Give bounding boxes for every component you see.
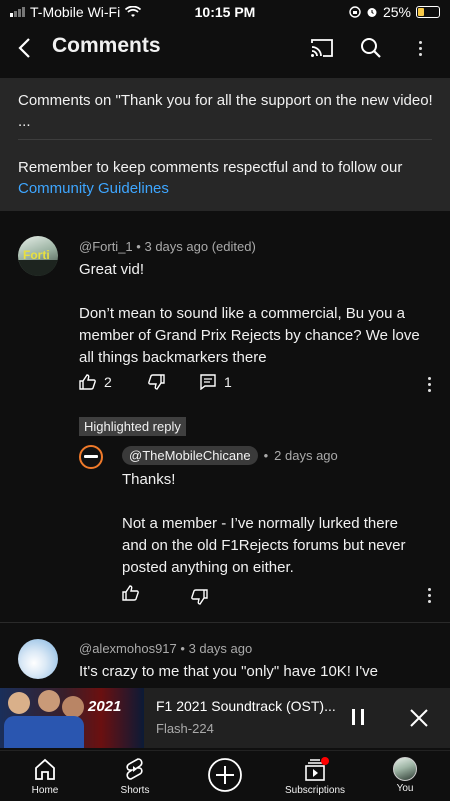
reply-more-button[interactable] (427, 588, 431, 603)
notification-dot (321, 757, 329, 765)
guidelines-text: Remember to keep comments respectful and… (18, 159, 403, 176)
reply-icon (200, 374, 216, 390)
avatar[interactable]: Forti (18, 236, 58, 276)
thumbs-up-icon (122, 585, 139, 601)
reply-like-button[interactable] (122, 585, 139, 601)
nav-item-subscriptions[interactable]: Subscriptions (270, 751, 360, 801)
meta-separator: • (180, 641, 185, 656)
mini-player-thumbnail[interactable]: 2021 (0, 688, 144, 748)
comment-thread: Forti @Forti_1 • 3 days ago (edited) Gre… (0, 211, 450, 622)
nav-label: You (396, 783, 414, 794)
reply-button[interactable]: 1 (200, 374, 232, 390)
more-vertical-icon (427, 588, 431, 603)
comment-author[interactable]: @Forti_1 (79, 239, 133, 254)
thumbs-down-icon (191, 589, 208, 605)
nav-item-home[interactable]: Home (0, 751, 90, 801)
meta-separator: • (136, 239, 141, 254)
mini-player[interactable]: 2021 F1 2021 Soundtrack (OST)... Flash-2… (0, 688, 450, 748)
comment-text: It's crazy to me that you "only" have 10… (79, 663, 379, 680)
close-icon (410, 709, 428, 727)
dislike-button[interactable] (148, 374, 165, 390)
back-button[interactable] (10, 34, 38, 62)
pause-icon (352, 709, 364, 725)
comment-time: 3 days ago (188, 641, 253, 656)
shorts-icon (126, 758, 143, 780)
comment-thread: @alexmohos917 • 3 days ago It's crazy to… (0, 623, 450, 688)
reply-count: 1 (224, 374, 232, 390)
banner-divider (18, 139, 432, 140)
more-vertical-icon (427, 377, 431, 392)
comments-header: Comments (0, 24, 450, 74)
search-icon (361, 38, 381, 58)
reply-meta: @TheMobileChicane • 2 days ago (122, 446, 338, 465)
comment-time: 3 days ago (edited) (144, 239, 256, 254)
nav-label: Subscriptions (284, 785, 346, 796)
status-right: 25% (349, 4, 440, 20)
bottom-navigation: Home Shorts Subscriptions You (0, 750, 450, 801)
comment-text: Great vid! Don’t mean to sound like a co… (79, 261, 420, 366)
like-button[interactable]: 2 (79, 374, 112, 390)
reply-dislike-button[interactable] (191, 589, 208, 605)
status-bar: T-Mobile Wi-Fi 10:15 PM 25% (0, 0, 450, 24)
create-plus-icon (208, 758, 242, 792)
comment-meta: @alexmohos917 • 3 days ago (79, 641, 252, 656)
pause-button[interactable] (350, 707, 366, 732)
nav-item-you[interactable]: You (360, 751, 450, 801)
avatar[interactable] (18, 639, 58, 679)
alarm-icon (367, 8, 377, 17)
thumbs-down-icon (148, 374, 165, 390)
cast-button[interactable] (308, 34, 336, 62)
mini-player-title[interactable]: F1 2021 Soundtrack (OST)... (156, 698, 336, 714)
highlighted-reply-badge: Highlighted reply (79, 417, 186, 436)
thumbnail-logo: 2021 (88, 698, 122, 715)
search-button[interactable] (357, 34, 385, 62)
nav-item-shorts[interactable]: Shorts (90, 751, 180, 801)
profile-avatar-icon (393, 757, 417, 781)
like-count: 2 (104, 374, 112, 390)
more-button[interactable] (406, 34, 434, 62)
guidelines-notice: Remember to keep comments respectful and… (18, 157, 438, 199)
reply-time: 2 days ago (274, 448, 338, 463)
avatar[interactable] (79, 445, 103, 469)
video-title-line[interactable]: Comments on "Thank you for all the suppo… (18, 90, 438, 132)
more-vertical-icon (418, 40, 422, 56)
battery-icon (416, 6, 440, 18)
rotation-lock-icon (349, 6, 361, 18)
comments-banner: Comments on "Thank you for all the suppo… (0, 78, 450, 211)
cast-icon (311, 39, 333, 57)
battery-percent: 25% (382, 4, 411, 20)
close-button[interactable] (408, 707, 430, 734)
comment-meta: @Forti_1 • 3 days ago (edited) (79, 239, 256, 254)
page-title: Comments (52, 34, 161, 57)
nav-label: Shorts (120, 785, 150, 796)
community-guidelines-link[interactable]: Community Guidelines (18, 180, 169, 197)
comment-more-button[interactable] (427, 377, 431, 392)
meta-separator: • (263, 448, 269, 463)
home-icon (35, 758, 55, 780)
nav-item-create[interactable] (180, 751, 270, 801)
back-arrow-icon (18, 38, 30, 58)
reply-author[interactable]: @TheMobileChicane (122, 446, 258, 465)
thumbs-up-icon (79, 374, 96, 390)
comment-author[interactable]: @alexmohos917 (79, 641, 177, 656)
mini-player-channel: Flash-224 (156, 721, 214, 736)
reply-text: Thanks! Not a member - I’ve normally lur… (122, 471, 406, 576)
nav-label: Home (31, 785, 59, 796)
